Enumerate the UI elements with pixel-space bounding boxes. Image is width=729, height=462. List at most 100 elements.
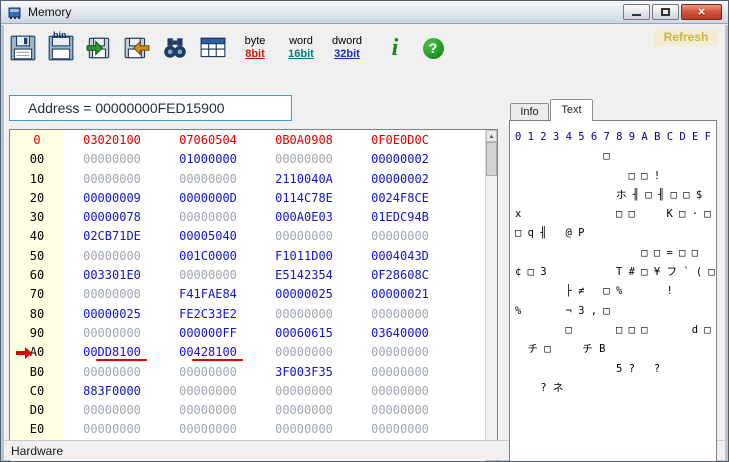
row-offset-label: 20 <box>10 189 64 208</box>
hex-cell[interactable]: 00000000 <box>160 401 256 420</box>
close-icon: × <box>682 4 721 20</box>
hex-cell[interactable]: 00000000 <box>352 382 448 401</box>
hex-cell[interactable]: 00000000 <box>160 266 256 285</box>
save-dump-button[interactable] <box>7 29 39 67</box>
find-button[interactable] <box>159 29 191 67</box>
file-export-button[interactable] <box>121 29 153 67</box>
hex-cell[interactable]: 0000000D <box>160 189 256 208</box>
scroll-up-icon[interactable]: ▲ <box>486 130 497 142</box>
hex-cell[interactable]: 00428100 <box>160 343 256 362</box>
row-offset-label: D0 <box>10 401 64 420</box>
tab-info[interactable]: Info <box>510 103 549 120</box>
hex-cell[interactable]: F1011D00 <box>256 247 352 266</box>
hex-cell[interactable]: 00000000 <box>64 170 160 189</box>
hex-cell[interactable]: 00000000 <box>160 382 256 401</box>
hex-cell[interactable]: 00000000 <box>64 324 160 343</box>
hex-cell[interactable]: 01000000 <box>160 150 256 169</box>
hex-cell[interactable]: 0024F8CE <box>352 189 448 208</box>
hex-cell[interactable]: 0F28608C <box>352 266 448 285</box>
hex-row: D000000000000000000000000000000000 <box>10 401 485 420</box>
hex-cell[interactable]: 00000000 <box>64 420 160 439</box>
vertical-scrollbar[interactable]: ▲ ▼ <box>485 130 497 461</box>
hex-cell[interactable]: 00000009 <box>64 189 160 208</box>
hex-cell[interactable]: 00000002 <box>352 170 448 189</box>
hex-cell[interactable]: 000000FF <box>160 324 256 343</box>
hex-cell[interactable]: 00000002 <box>352 150 448 169</box>
hex-cell[interactable]: 3F003F35 <box>256 363 352 382</box>
hex-cell[interactable]: 00000000 <box>256 227 352 246</box>
hex-cell[interactable]: 00000000 <box>256 382 352 401</box>
hex-cell[interactable]: 00060615 <box>256 324 352 343</box>
byte-mode-bits: 8bit <box>245 48 265 61</box>
hex-cell[interactable]: 2110040A <box>256 170 352 189</box>
dword-mode-button[interactable]: dword 32bit <box>327 29 367 67</box>
hex-cell[interactable]: 00000000 <box>160 420 256 439</box>
hex-cell[interactable]: 02CB71DE <box>64 227 160 246</box>
minimize-button[interactable] <box>623 4 650 20</box>
info-button[interactable]: i <box>379 29 411 67</box>
hex-cell[interactable]: 00000000 <box>64 150 160 169</box>
hex-cell[interactable]: 00000000 <box>160 170 256 189</box>
hex-cell[interactable]: 001C0000 <box>160 247 256 266</box>
hex-cell[interactable]: 03640000 <box>352 324 448 343</box>
help-button[interactable]: ? <box>417 29 449 67</box>
save-binary-button[interactable]: bin <box>45 29 77 67</box>
hex-row: A000DD8100004281000000000000000000 <box>10 343 485 362</box>
refresh-button[interactable]: Refresh <box>654 29 718 46</box>
red-arrow-icon <box>16 351 25 355</box>
row-offset-label: 80 <box>10 305 64 324</box>
maximize-button[interactable] <box>652 4 679 20</box>
toolbar: bin <box>7 27 722 69</box>
word-mode-button[interactable]: word 16bit <box>281 29 321 67</box>
hex-cell[interactable]: 00000025 <box>64 305 160 324</box>
hex-cell[interactable]: 00000000 <box>256 305 352 324</box>
hex-cell[interactable]: 0114C78E <box>256 189 352 208</box>
titlebar[interactable]: Memory × <box>1 1 728 24</box>
hex-cell[interactable]: 00000000 <box>352 305 448 324</box>
hex-cell[interactable]: 883F0000 <box>64 382 160 401</box>
hex-cell[interactable]: 00000000 <box>64 247 160 266</box>
hex-cell[interactable]: 00000025 <box>256 285 352 304</box>
hex-cell[interactable]: 01EDC94B <box>352 208 448 227</box>
window-title: Memory <box>28 5 71 19</box>
hex-cell[interactable]: 00000000 <box>256 401 352 420</box>
hex-cell[interactable]: 00000000 <box>256 420 352 439</box>
hex-cell[interactable]: 003301E0 <box>64 266 160 285</box>
file-export-icon <box>123 34 151 62</box>
hex-cell[interactable]: 00005040 <box>160 227 256 246</box>
hex-cell[interactable]: 00000000 <box>352 227 448 246</box>
hex-cell[interactable]: 00DD8100 <box>64 343 160 362</box>
hex-cell[interactable]: 00000000 <box>64 401 160 420</box>
close-button[interactable]: × <box>681 4 722 20</box>
hex-row: B000000000000000003F003F3500000000 <box>10 363 485 382</box>
file-import-button[interactable] <box>83 29 115 67</box>
hex-cell[interactable]: 00000000 <box>64 363 160 382</box>
row-offset-label: C0 <box>10 382 64 401</box>
hex-row: 20000000090000000D0114C78E0024F8CE <box>10 189 485 208</box>
hex-cell[interactable]: F41FAE84 <box>160 285 256 304</box>
hex-cell[interactable]: 00000021 <box>352 285 448 304</box>
hex-column-header: 03020100 <box>64 131 160 150</box>
hex-cell[interactable]: 00000000 <box>352 420 448 439</box>
hex-cell[interactable]: 00000000 <box>256 343 352 362</box>
hex-column-header: 07060504 <box>160 131 256 150</box>
hex-cell[interactable]: 00000078 <box>64 208 160 227</box>
hex-row: 4002CB71DE000050400000000000000000 <box>10 227 485 246</box>
byte-mode-button[interactable]: byte 8bit <box>235 29 275 67</box>
hex-cell[interactable]: 0004043D <box>352 247 448 266</box>
hex-cell[interactable]: 00000000 <box>256 150 352 169</box>
tab-text[interactable]: Text <box>550 99 593 121</box>
hex-cell[interactable]: 00000000 <box>64 285 160 304</box>
hex-cell[interactable]: 00000000 <box>352 363 448 382</box>
hex-cell[interactable]: 000A0E03 <box>256 208 352 227</box>
hex-cell[interactable]: 00000000 <box>352 343 448 362</box>
hex-cell[interactable]: 00000000 <box>160 208 256 227</box>
scrollbar-thumb[interactable] <box>486 142 497 176</box>
address-display[interactable]: Address = 00000000FED15900 <box>9 95 292 121</box>
hex-cell[interactable]: 00000000 <box>352 401 448 420</box>
data-table-button[interactable] <box>197 29 229 67</box>
hex-header-row: 0 03020100 07060504 0B0A0908 0F0E0D0C <box>10 131 485 150</box>
hex-cell[interactable]: 00000000 <box>160 363 256 382</box>
hex-cell[interactable]: E5142354 <box>256 266 352 285</box>
hex-cell[interactable]: FE2C33E2 <box>160 305 256 324</box>
